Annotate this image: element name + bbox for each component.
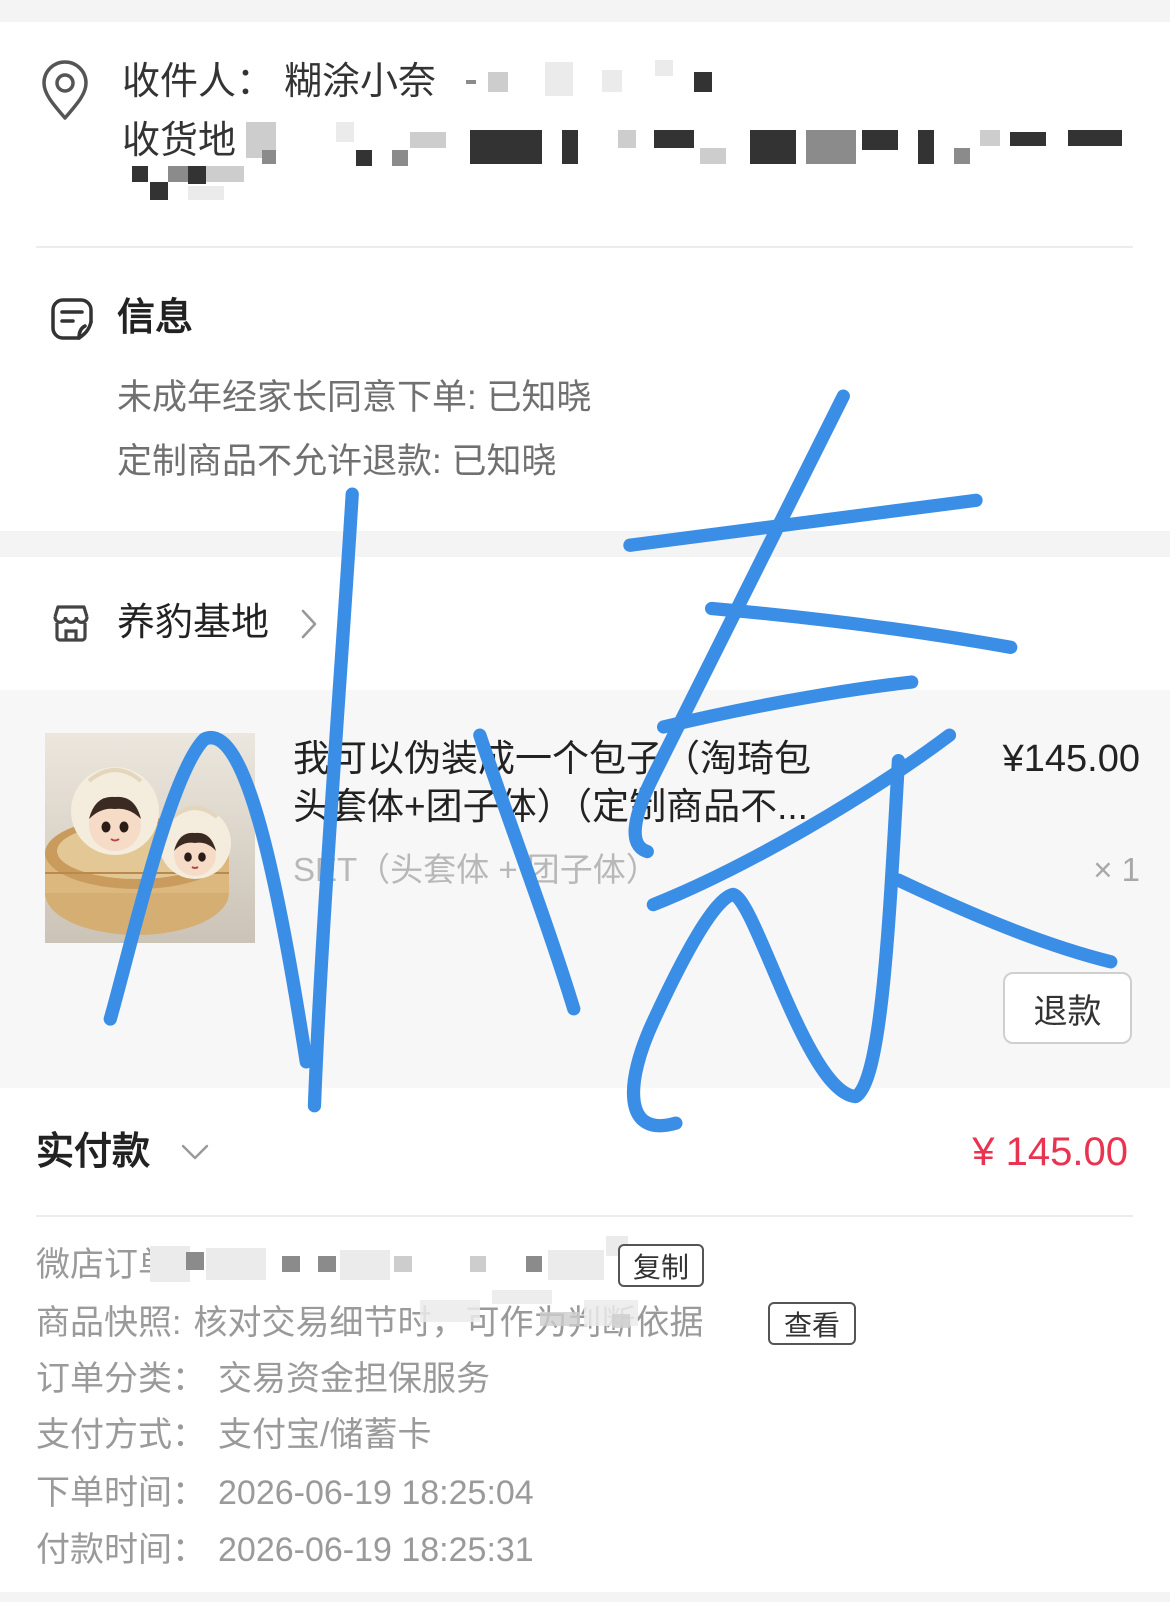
snapshot-label: 商品快照: bbox=[36, 1304, 182, 1342]
recipient-line: 收件人： 糊涂小奈 bbox=[122, 60, 436, 104]
info-line-minor-consent: 未成年经家长同意下单: 已知晓 bbox=[117, 378, 592, 417]
view-snapshot-button[interactable]: 查看 bbox=[768, 1302, 856, 1345]
detail-label: 付款时间： bbox=[36, 1531, 206, 1569]
detail-label: 订单分类： bbox=[36, 1360, 206, 1398]
order-category-row: 订单分类： 交易资金担保服务 bbox=[36, 1357, 490, 1401]
chevron-right-icon[interactable] bbox=[300, 608, 318, 640]
product-quantity: × 1 bbox=[1093, 851, 1140, 888]
chevron-down-icon[interactable] bbox=[180, 1143, 210, 1161]
payment-method-row: 支付方式： 支付宝/储蓄卡 bbox=[36, 1413, 431, 1457]
detail-label: 支付方式： bbox=[36, 1416, 206, 1454]
refund-button[interactable]: 退款 bbox=[1003, 972, 1132, 1044]
payment-divider bbox=[36, 1215, 1133, 1217]
location-pin-icon bbox=[42, 60, 88, 120]
order-time-row: 下单时间： 2026-06-19 18:25:04 bbox=[36, 1471, 534, 1515]
handwriting-stroke bbox=[704, 601, 1018, 654]
product-spec: SET（头套体 + 团子体） bbox=[293, 851, 659, 888]
paid-amount-value: ¥ 145.00 bbox=[972, 1130, 1128, 1174]
product-title[interactable]: 我可以伪装成一个包子（淘琦包头套体+团子体）（定制商品不... bbox=[293, 735, 823, 831]
detail-value: 2026-06-19 18:25:04 bbox=[218, 1474, 534, 1512]
shop-name[interactable]: 养豹基地 bbox=[117, 601, 269, 645]
recipient-label: 收件人： bbox=[122, 61, 275, 103]
detail-value: 2026-06-19 18:25:31 bbox=[218, 1531, 534, 1569]
order-detail-page: 收件人： 糊涂小奈 收货地 信息 未成年经家长同意下单: 已知晓 定制商品不允许… bbox=[0, 0, 1170, 1602]
detail-label: 下单时间： bbox=[36, 1474, 206, 1512]
detail-value: 交易资金担保服务 bbox=[218, 1360, 490, 1398]
message-icon bbox=[51, 298, 93, 340]
product-image[interactable] bbox=[45, 733, 255, 943]
section-spacer bbox=[0, 531, 1170, 557]
address-divider bbox=[36, 246, 1133, 248]
copy-order-number-button[interactable]: 复制 bbox=[618, 1244, 704, 1287]
address-label: 收货地 bbox=[122, 120, 237, 162]
top-spacer bbox=[0, 0, 1170, 22]
recipient-name: 糊涂小奈 bbox=[284, 61, 437, 103]
bottom-spacer bbox=[0, 1592, 1170, 1602]
product-price: ¥145.00 bbox=[1002, 738, 1140, 780]
payment-time-row: 付款时间： 2026-06-19 18:25:31 bbox=[36, 1528, 534, 1572]
info-title: 信息 bbox=[117, 297, 194, 339]
paid-amount-label: 实付款 bbox=[36, 1131, 151, 1173]
store-icon bbox=[53, 605, 89, 642]
info-line-no-refund: 定制商品不允许退款: 已知晓 bbox=[117, 442, 557, 481]
detail-value: 支付宝/储蓄卡 bbox=[218, 1416, 432, 1454]
